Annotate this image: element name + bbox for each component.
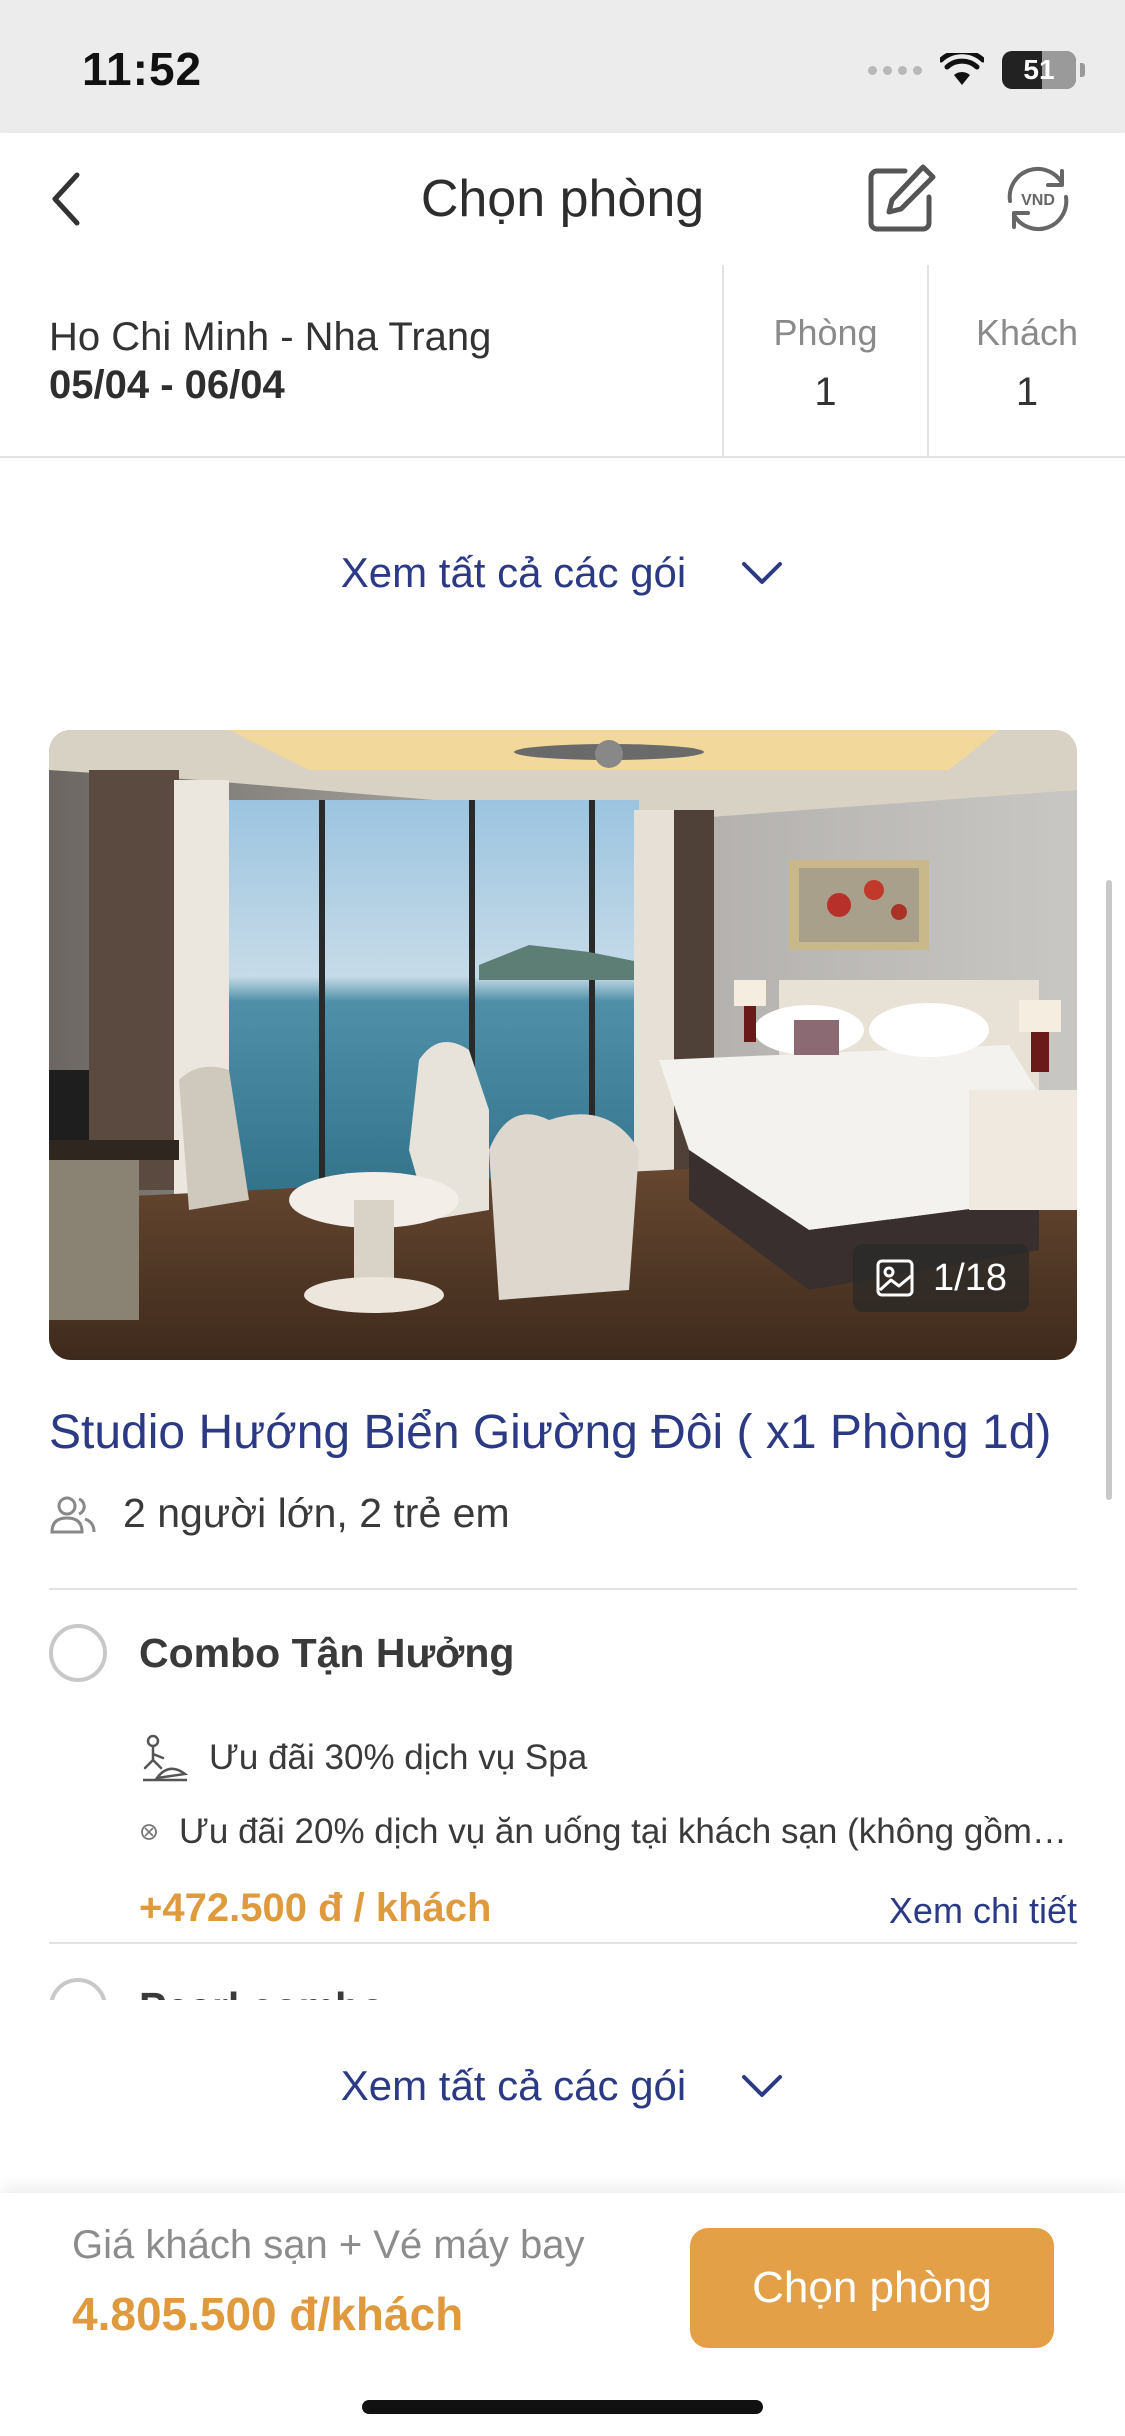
package-perk-text: Ưu đãi 20% dịch vụ ăn uống tại khách sạn…: [179, 1812, 1067, 1851]
guests-value: 1: [1015, 370, 1039, 414]
chevron-down-icon: [742, 562, 783, 584]
status-bar: 11:52 51: [0, 0, 1125, 133]
image-icon: [876, 1259, 914, 1297]
battery-icon: 51: [1002, 51, 1076, 89]
status-time: 11:52: [82, 43, 203, 95]
scrollbar[interactable]: [1106, 880, 1112, 1500]
currency-button[interactable]: VND: [1000, 161, 1076, 237]
wifi-icon: [940, 53, 984, 85]
battery-level: 51: [1023, 54, 1055, 85]
photo-counter: 1/18: [853, 1244, 1029, 1312]
status-icons: 51: [868, 48, 1085, 92]
package-perk-text: Ưu đãi 30% dịch vụ Spa: [209, 1738, 588, 1777]
dining-icon: [141, 1824, 157, 1840]
search-summary[interactable]: Ho Chi Minh - Nha Trang 05/04 - 06/04 Ph…: [0, 265, 1125, 458]
package-perk: Ưu đãi 30% dịch vụ Spa: [139, 1734, 587, 1782]
see-all-packages-label: Xem tất cả các gói: [340, 549, 687, 596]
currency-label: VND: [1021, 192, 1055, 209]
guests-label: Khách: [975, 312, 1079, 353]
divider: [49, 1942, 1077, 1944]
page-title: Chọn phòng: [420, 170, 705, 228]
guests-selector[interactable]: Khách 1: [927, 265, 1125, 458]
home-indicator: [362, 2400, 763, 2414]
users-icon: [50, 1496, 96, 1533]
chevron-down-icon: [742, 2075, 783, 2097]
spa-icon: [143, 1734, 189, 1782]
package-perk: Ưu đãi 20% dịch vụ ăn uống tại khách sạn…: [139, 1812, 1067, 1852]
room-title: Studio Hướng Biển Giường Đôi ( x1 Phòng …: [49, 1406, 1052, 1459]
photo-counter-text: 1/18: [933, 1256, 1007, 1299]
rooms-value: 1: [814, 370, 837, 414]
room-photo[interactable]: 1/18: [49, 730, 1077, 1360]
cellular-signal-icon: [868, 65, 922, 75]
total-price-value: 4.805.500 đ/khách: [72, 2288, 464, 2340]
packages-list: Combo Tận Hưởng Ưu đãi 30% dịch vụ Spa Ư…: [0, 1590, 1125, 2000]
edit-icon: [868, 164, 936, 232]
package-radio[interactable]: [49, 1624, 107, 1682]
package-name: Combo Tận Hưởng: [139, 1630, 515, 1676]
package-price: +472.500 đ / khách: [139, 1886, 492, 1930]
edit-search-button[interactable]: [865, 161, 939, 235]
package-name: Pearl combo: [139, 1984, 385, 2000]
see-all-packages-button[interactable]: Xem tất cả các gói: [0, 538, 1125, 608]
rooms-label: Phòng: [773, 312, 878, 353]
view-details-link[interactable]: Xem chi tiết: [889, 1890, 1077, 1932]
see-all-packages-label: Xem tất cả các gói: [340, 2062, 687, 2109]
package-radio[interactable]: [49, 1978, 107, 2000]
app-header: Chọn phòng VND: [0, 133, 1125, 265]
rooms-selector[interactable]: Phòng 1: [722, 265, 927, 458]
battery-cap: [1080, 63, 1085, 77]
see-all-packages-button[interactable]: Xem tất cả các gói: [0, 2051, 1125, 2121]
occupancy-text: 2 người lớn, 2 trẻ em: [123, 1490, 510, 1536]
total-price-label: Giá khách sạn + Vé máy bay: [72, 2223, 585, 2267]
currency-exchange-icon: VND: [1007, 166, 1069, 232]
dates-text: 05/04 - 06/04: [49, 363, 285, 407]
route-text: Ho Chi Minh - Nha Trang: [49, 315, 492, 359]
occupancy-row: 2 người lớn, 2 trẻ em: [49, 1490, 510, 1537]
choose-room-button[interactable]: Chọn phòng: [690, 2228, 1054, 2348]
